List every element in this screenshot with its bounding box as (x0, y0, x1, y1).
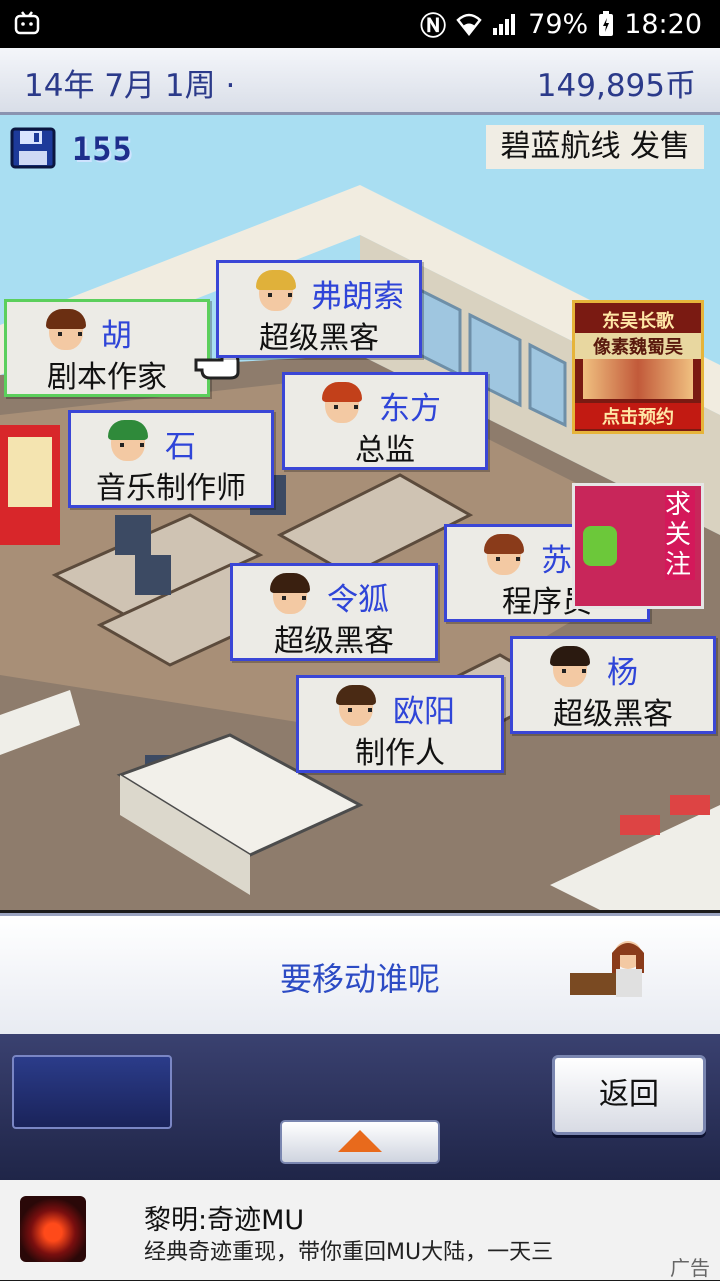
staff-card-yang[interactable]: 杨 超级黑客 (510, 636, 716, 734)
staff-name: 令狐 (327, 582, 389, 618)
nfc-icon: Ⓝ (420, 11, 447, 42)
staff-card-dongfang[interactable]: 东方 总监 (282, 372, 488, 470)
staff-portrait (108, 420, 148, 461)
staff-name: 杨 (607, 655, 638, 691)
staff-portrait (484, 534, 524, 575)
staff-name: 东方 (379, 391, 441, 427)
staff-portrait (256, 270, 296, 311)
ad-app-icon[interactable] (20, 1196, 86, 1262)
game-date: 14年 7月 1周 · (24, 68, 236, 104)
game-promo-banner[interactable]: 东吴长歌 像素魏蜀吴 点击预约 (572, 300, 704, 434)
staff-name: 欧阳 (393, 694, 455, 730)
money-display: 149,895币 (536, 68, 696, 104)
staff-role: 超级黑客 (274, 624, 394, 659)
bilibili-icon (14, 11, 40, 35)
follow-text: 求关注 (665, 490, 695, 580)
staff-role: 超级黑客 (259, 321, 379, 356)
staff-name: 石 (165, 429, 196, 465)
promo-line1: 东吴长歌 (602, 311, 674, 332)
ad-title[interactable]: 黎明:奇迹MU (144, 1198, 304, 1237)
mascot-icon (583, 526, 617, 566)
staff-name: 苏 (541, 543, 572, 579)
release-notice: 碧蓝航线 发售 (486, 125, 704, 169)
staff-card-linghu[interactable]: 令狐 超级黑客 (230, 563, 438, 661)
wifi-icon (456, 13, 482, 36)
status-bar: Ⓝ 79% 18:20 (0, 0, 720, 48)
empty-slot[interactable] (12, 1055, 172, 1129)
staff-portrait (270, 573, 310, 614)
staff-name: 弗朗索 (311, 279, 404, 315)
back-button[interactable]: 返回 (552, 1055, 706, 1135)
signal-icon (493, 14, 516, 35)
staff-portrait (336, 685, 376, 726)
up-arrow-icon (338, 1130, 382, 1152)
staff-card-shi[interactable]: 石 音乐制作师 (68, 410, 274, 508)
staff-name: 胡 (101, 318, 132, 354)
receptionist-icon (570, 941, 644, 997)
promo-line2: 像素魏蜀吴 (575, 333, 701, 359)
staff-role: 音乐制作师 (96, 471, 246, 506)
ad-label: 广告 (670, 1256, 710, 1280)
staff-card-francois[interactable]: 弗朗索 超级黑客 (216, 260, 422, 358)
game-header: 14年 7月 1周 · 149,895币 (0, 48, 720, 115)
clock: 18:20 (624, 8, 702, 40)
staff-role: 剧本作家 (47, 360, 167, 395)
promo-cta: 点击预约 (575, 403, 701, 429)
staff-role: 总监 (355, 433, 415, 468)
battery-icon (599, 11, 614, 36)
staff-card-hu[interactable]: 胡 剧本作家 (4, 299, 210, 397)
staff-portrait (322, 382, 362, 423)
floppy-disk-icon (10, 127, 56, 169)
scroll-up-button[interactable] (280, 1120, 440, 1164)
staff-role: 制作人 (355, 736, 445, 771)
staff-portrait (46, 309, 86, 350)
staff-portrait (550, 646, 590, 687)
ad-description: 经典奇迹重现，带你重回MU大陆，一天三 (144, 1240, 554, 1265)
battery-percent: 79% (528, 8, 589, 40)
staff-role: 超级黑客 (553, 697, 673, 732)
research-points: 155 (72, 130, 133, 168)
follow-badge[interactable]: 求关注 (572, 483, 704, 609)
staff-card-ouyang[interactable]: 欧阳 制作人 (296, 675, 504, 773)
promo-characters-image (583, 359, 693, 399)
